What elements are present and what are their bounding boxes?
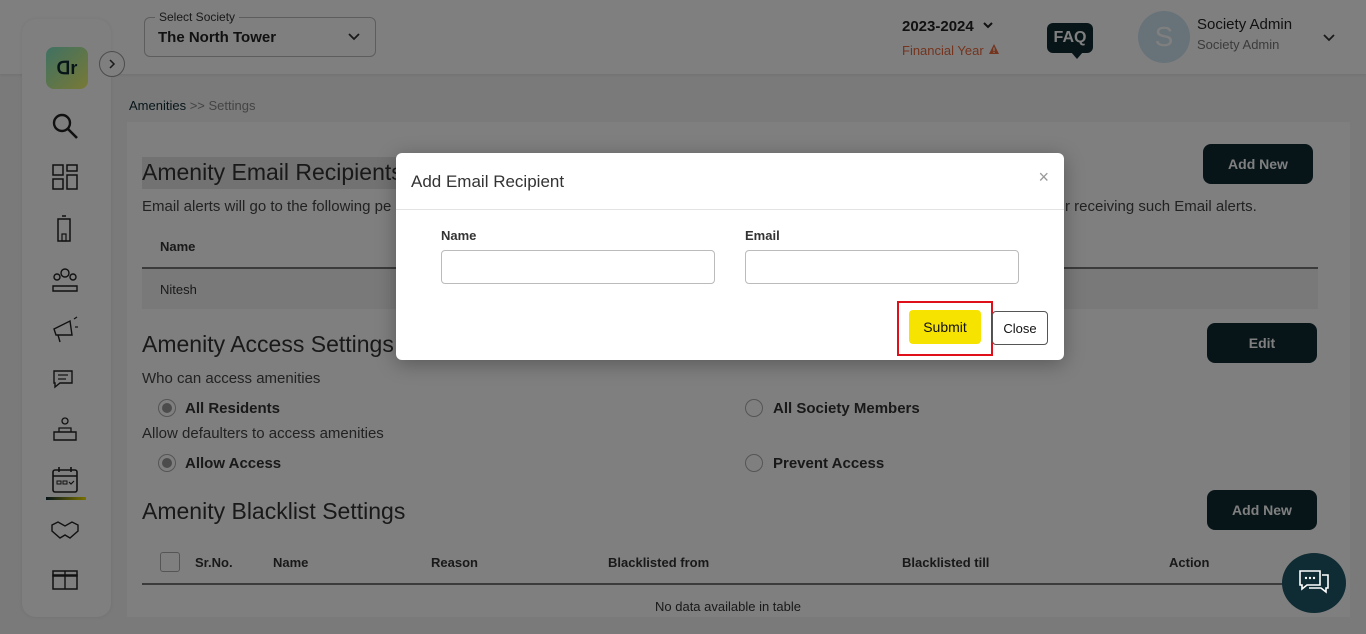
close-icon[interactable]: × — [1038, 167, 1049, 188]
add-email-recipient-modal: Add Email Recipient × Name Email Submit … — [396, 153, 1064, 360]
modal-title: Add Email Recipient — [411, 172, 565, 191]
submit-button[interactable]: Submit — [909, 310, 981, 344]
name-field-label: Name — [441, 228, 477, 243]
name-field[interactable] — [441, 250, 715, 284]
email-field-label: Email — [745, 228, 780, 243]
close-button[interactable]: Close — [992, 311, 1048, 345]
chat-bubble-icon — [1299, 570, 1329, 594]
chat-support-button[interactable] — [1282, 553, 1346, 613]
modal-divider — [396, 209, 1064, 210]
email-field[interactable] — [745, 250, 1019, 284]
